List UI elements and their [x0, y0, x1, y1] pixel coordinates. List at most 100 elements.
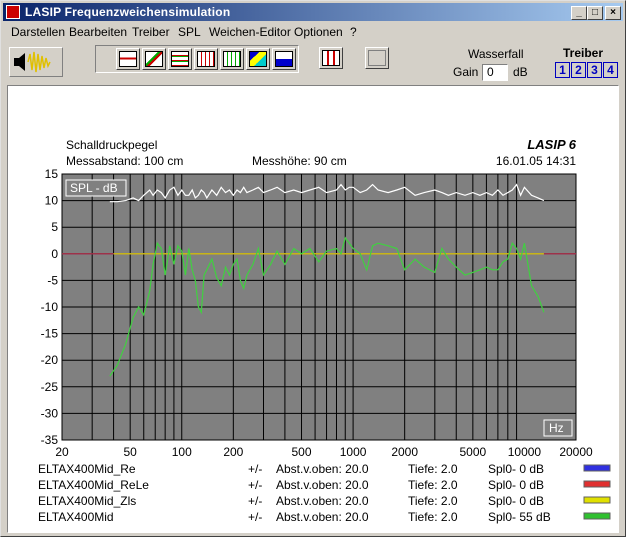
legend-row: ELTAX400Mid_Zls +/- Abst.v.oben: 20.0 Tiefe…	[38, 494, 611, 508]
waterfall-icon	[249, 51, 267, 67]
app-window: LASIP Frequenzweichensimulation _ □ × Da…	[0, 0, 626, 537]
view-button-1[interactable]	[116, 48, 140, 70]
view-button-2[interactable]	[142, 48, 166, 70]
print-button[interactable]	[365, 47, 389, 69]
x-tick-label: 50	[124, 445, 138, 459]
legend-tiefe: Tiefe: 2.0	[408, 510, 458, 524]
x-tick-label: 5000	[459, 445, 486, 459]
spl-chart: Schalldruckpegel Messabstand: 100 cm Mes…	[38, 137, 611, 524]
treiber-button-3[interactable]: 3	[587, 62, 602, 78]
treiber-label: Treiber	[563, 46, 604, 60]
legend-name: ELTAX400Mid_ReLe	[38, 478, 149, 492]
legend-abst: Abst.v.oben: 20.0	[276, 494, 369, 508]
treiber-button-4[interactable]: 4	[603, 62, 618, 78]
menu-help[interactable]: ?	[350, 25, 357, 39]
chart-grid-icon	[223, 51, 241, 67]
maximize-button[interactable]: □	[587, 6, 603, 20]
y-tick-label: -20	[41, 353, 59, 367]
legend-tiefe: Tiefe: 2.0	[408, 462, 458, 476]
view-button-7[interactable]	[272, 48, 296, 70]
legend-pm: +/-	[248, 494, 262, 508]
window-title: LASIP Frequenzweichensimulation	[25, 5, 231, 19]
menu-spl[interactable]: SPL	[178, 25, 201, 39]
title-bar[interactable]: LASIP Frequenzweichensimulation _ □ ×	[3, 3, 623, 21]
chart-lines-icon	[171, 51, 189, 67]
wasserfall-label: Wasserfall	[468, 47, 524, 61]
messabstand-label: Messabstand: 100 cm	[66, 154, 183, 168]
x-tick-label: 20	[55, 445, 69, 459]
legend-row: ELTAX400Mid +/- Abst.v.oben: 20.0 Tiefe: 2.…	[38, 510, 611, 524]
legend-pm: +/-	[248, 510, 262, 524]
legend: ELTAX400Mid_Re +/- Abst.v.oben: 20.0 Tiefe:…	[38, 462, 611, 524]
legend-tiefe: Tiefe: 2.0	[408, 494, 458, 508]
toolbar	[3, 41, 623, 83]
x-tick-label: 500	[291, 445, 311, 459]
treiber-button-2[interactable]: 2	[571, 62, 586, 78]
legend-tiefe: Tiefe: 2.0	[408, 478, 458, 492]
legend-swatch	[583, 496, 611, 504]
legend-spl0: Spl0- 0 dB	[488, 494, 544, 508]
close-button[interactable]: ×	[605, 6, 621, 20]
legend-name: ELTAX400Mid_Re	[38, 462, 136, 476]
hz-tag-label: Hz	[549, 421, 564, 435]
legend-abst: Abst.v.oben: 20.0	[276, 510, 369, 524]
weichen-button[interactable]	[319, 47, 343, 69]
legend-spl0: Spl0- 0 dB	[488, 462, 544, 476]
circuit-icon	[322, 50, 340, 66]
hz-tag: Hz	[543, 419, 573, 437]
view-button-3[interactable]	[168, 48, 192, 70]
treiber-button-1[interactable]: 1	[555, 62, 570, 78]
plot-area: SPL - dB Hz	[61, 173, 577, 441]
minimize-button[interactable]: _	[571, 6, 587, 20]
view-button-4[interactable]	[194, 48, 218, 70]
x-tick-label: 2000	[391, 445, 418, 459]
legend-abst: Abst.v.oben: 20.0	[276, 478, 369, 492]
datetime-label: 16.01.05 14:31	[496, 154, 576, 168]
chart-blue-icon	[275, 51, 293, 67]
legend-spl0: Spl0- 0 dB	[488, 478, 544, 492]
view-button-group	[95, 45, 299, 73]
view-button-5[interactable]	[220, 48, 244, 70]
legend-name: ELTAX400Mid	[38, 510, 114, 524]
chart-bars-icon	[197, 51, 215, 67]
menu-treiber[interactable]: Treiber	[132, 25, 170, 39]
view-button-6[interactable]	[246, 48, 270, 70]
chart-red-icon	[119, 51, 137, 67]
y-tick-label: 5	[51, 220, 58, 234]
menu-bar: Darstellen Bearbeiten Treiber SPL Weiche…	[3, 22, 623, 41]
spl-tag: SPL - dB	[65, 179, 127, 197]
y-tick-label: 0	[51, 247, 58, 261]
chart-title: Schalldruckpegel	[66, 138, 157, 152]
legend-swatch	[583, 480, 611, 488]
menu-bearbeiten[interactable]: Bearbeiten	[69, 25, 127, 39]
x-tick-label: 20000	[559, 445, 593, 459]
x-tick-label: 1000	[340, 445, 367, 459]
menu-weichen-editor[interactable]: Weichen-Editor	[209, 25, 291, 39]
y-tick-label: -15	[41, 327, 59, 341]
gain-input[interactable]: 0	[482, 64, 508, 81]
app-icon[interactable]	[6, 5, 20, 19]
legend-swatch	[583, 512, 611, 520]
x-tick-label: 100	[172, 445, 192, 459]
x-tick-label: 10000	[508, 445, 542, 459]
messhoehe-label: Messhöhe: 90 cm	[252, 154, 347, 168]
plot-canvas: Schalldruckpegel Messabstand: 100 cm Mes…	[7, 85, 619, 533]
y-tick-label: -30	[41, 406, 59, 420]
legend-abst: Abst.v.oben: 20.0	[276, 462, 369, 476]
legend-pm: +/-	[248, 462, 262, 476]
chart-multi-icon	[145, 51, 163, 67]
gain-label: Gain	[453, 65, 479, 79]
menu-optionen[interactable]: Optionen	[294, 25, 343, 39]
y-tick-label: -10	[41, 300, 59, 314]
menu-darstellen[interactable]: Darstellen	[11, 25, 65, 39]
gain-unit: dB	[513, 65, 528, 79]
lasip-logo: LASIP 6	[527, 137, 576, 152]
legend-row: ELTAX400Mid_ReLe +/- Abst.v.oben: 20.0 Tief…	[38, 478, 611, 492]
y-tick-label: -25	[41, 380, 59, 394]
y-tick-label: -5	[47, 273, 58, 287]
printer-icon	[368, 50, 386, 66]
legend-swatch	[583, 464, 611, 472]
speaker-icon[interactable]	[9, 47, 63, 77]
y-tick-label: 10	[45, 194, 59, 208]
legend-name: ELTAX400Mid_Zls	[38, 494, 136, 508]
